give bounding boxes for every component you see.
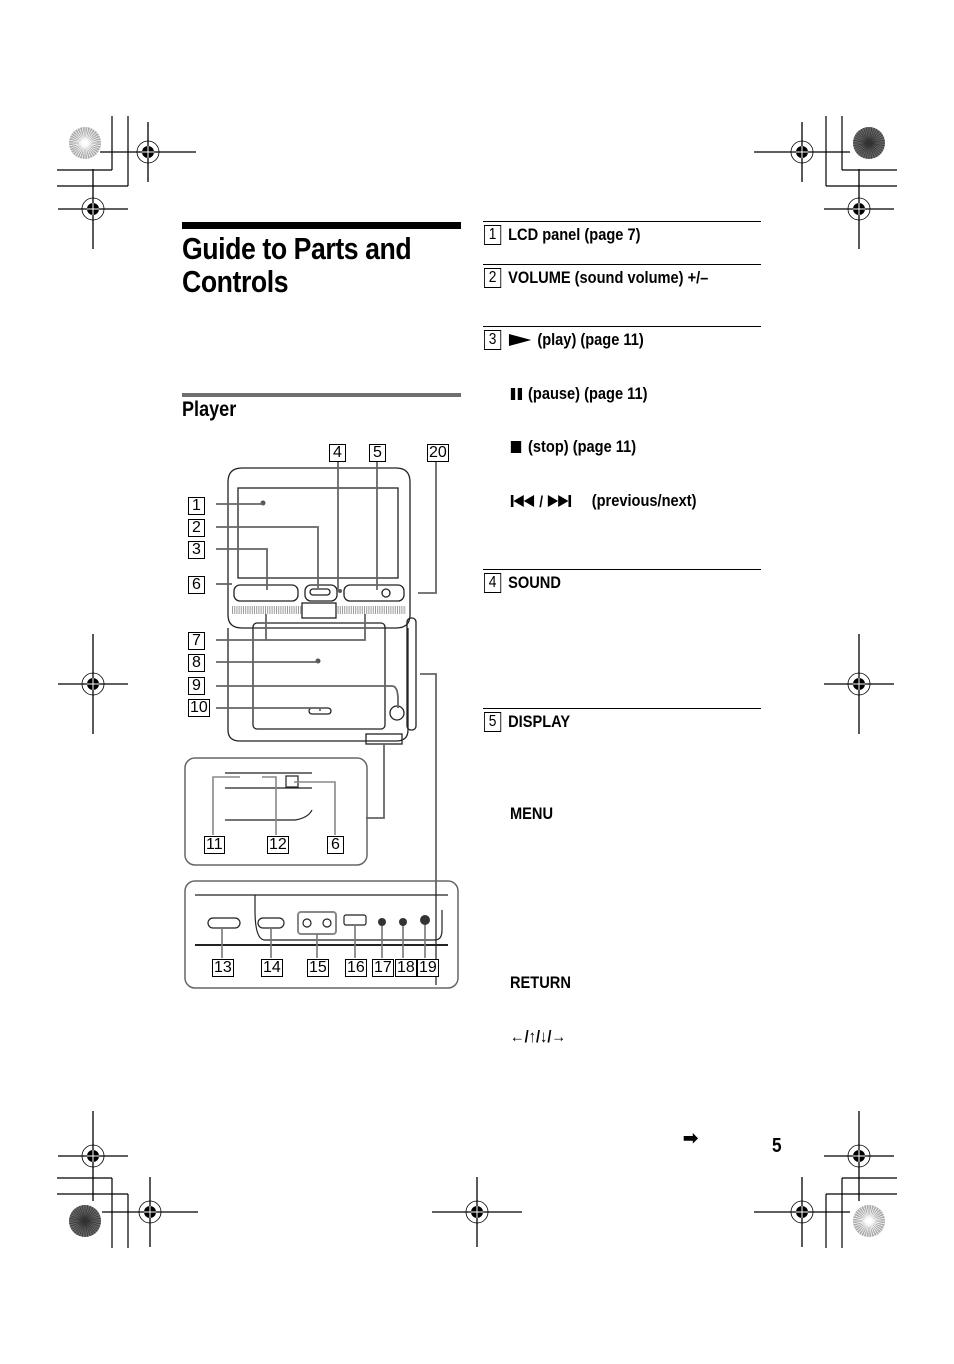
callout-2: 2 — [188, 519, 205, 537]
registration-target-icon — [824, 169, 894, 249]
page-title: Guide to Parts and Controls — [182, 231, 412, 299]
item-5-return: RETURN — [510, 973, 571, 992]
callout-17: 17 — [372, 959, 394, 977]
item-5-arrows: ←/↑/↓/→ — [510, 1027, 567, 1046]
play-icon — [508, 334, 532, 346]
callout-16: 16 — [345, 959, 367, 977]
callout-7: 7 — [188, 632, 205, 650]
callout-13: 13 — [212, 959, 234, 977]
item-rule-2 — [483, 264, 761, 265]
item-2: 2 VOLUME (sound volume) +/– — [484, 268, 708, 288]
registration-target-icon — [58, 1111, 128, 1201]
prev-next-icon: / — [510, 494, 572, 508]
color-bar-disc-icon — [853, 127, 885, 159]
item-3-prev-next: / (previous/next) — [510, 491, 696, 511]
page-number: 5 — [772, 1135, 782, 1157]
callout-6: 6 — [188, 576, 205, 594]
registration-target-icon — [432, 1177, 522, 1247]
item-rule-3 — [483, 326, 761, 327]
title-rule — [182, 222, 461, 229]
registration-marks — [57, 116, 897, 1248]
item-4: 4 SOUND — [484, 573, 561, 593]
item-5: 5 DISPLAY — [484, 712, 570, 732]
callout-8: 8 — [188, 654, 205, 672]
player-diagram — [184, 460, 459, 989]
item-rule-4 — [483, 569, 761, 570]
item-5-menu: MENU — [510, 804, 554, 823]
callout-10: 10 — [188, 699, 210, 717]
color-bar-disc-icon — [69, 127, 101, 159]
callout-15: 15 — [307, 959, 329, 977]
registration-target-icon — [754, 122, 850, 182]
registration-target-icon — [754, 1177, 850, 1247]
callout-4: 4 — [329, 444, 346, 462]
callout-1: 1 — [188, 497, 205, 515]
item-1: 1 LCD panel (page 7) — [484, 225, 640, 245]
pause-icon — [510, 388, 523, 400]
callout-5: 5 — [369, 444, 386, 462]
callout-14: 14 — [261, 959, 283, 977]
callout-20: 20 — [427, 444, 449, 462]
section-rule — [182, 393, 461, 397]
item-rule-5 — [483, 708, 761, 709]
callout-9: 9 — [188, 677, 205, 695]
item-3: 3 (play) (page 11) — [484, 330, 644, 350]
continue-arrow-icon: ➡ — [683, 1128, 699, 1148]
section-title: Player — [182, 398, 237, 421]
registration-target-icon — [102, 1177, 198, 1247]
stop-icon — [510, 441, 522, 453]
registration-target-icon — [100, 122, 196, 182]
color-bar-disc-icon — [853, 1205, 885, 1237]
callout-18: 18 — [395, 959, 417, 977]
registration-target-icon — [824, 1111, 894, 1201]
color-bar-disc-icon — [69, 1205, 101, 1237]
registration-target-icon — [58, 169, 128, 249]
callout-3: 3 — [188, 541, 205, 559]
callout-12: 12 — [267, 836, 289, 854]
svg-text:/: / — [539, 494, 543, 508]
item-3-stop: (stop) (page 11) — [510, 437, 636, 457]
callout-19: 19 — [417, 959, 439, 977]
registration-target-icon — [824, 634, 894, 734]
item-3-pause: (pause) (page 11) — [510, 384, 647, 404]
registration-target-icon — [58, 634, 128, 734]
callout-11: 11 — [204, 836, 225, 854]
item-rule-1 — [483, 221, 761, 222]
callout-6b: 6 — [327, 836, 344, 854]
